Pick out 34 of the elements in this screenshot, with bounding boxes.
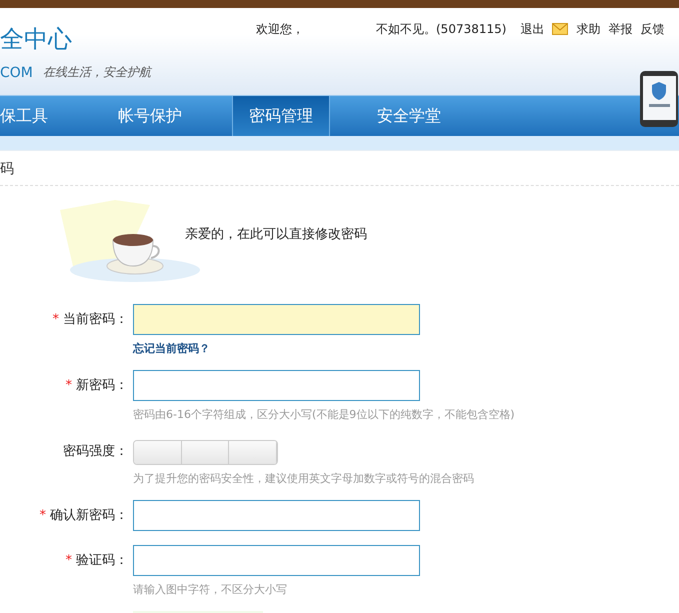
password-field[interactable] <box>133 500 420 531</box>
breadcrumb: 码 <box>0 151 679 186</box>
field-label: 验证码： <box>76 553 128 568</box>
required-mark: * <box>66 378 72 393</box>
phone-drawing <box>639 70 679 128</box>
forgot-password-link[interactable]: 忘记当前密码？ <box>133 341 210 356</box>
logo-domain: COM <box>0 64 33 80</box>
welcome-text: 欢迎您， <box>256 20 304 38</box>
required-mark: * <box>40 508 46 523</box>
hint-text: 为了提升您的密码安全性，建议使用英文字母加数字或符号的混合密码 <box>133 471 474 486</box>
nav-tab[interactable]: 帐号保护 <box>118 96 182 136</box>
header-link[interactable]: 求助 <box>576 20 600 38</box>
nav-tab[interactable]: 保工具 <box>0 96 48 136</box>
hint-text: 请输入图中字符，不区分大小写 <box>133 582 287 597</box>
field-label: 密码强度： <box>63 444 128 459</box>
hint-text: 密码由6-16个字符组成，区分大小写(不能是9位以下的纯数字，不能包含空格) <box>133 407 515 422</box>
required-mark: * <box>52 312 59 327</box>
intro-text: 亲爱的，在此可以直接修改密码 <box>185 226 367 243</box>
header-link[interactable]: 反馈 <box>640 20 664 38</box>
user-name: 不如不见。(50738115) <box>376 20 506 38</box>
password-field[interactable] <box>133 545 420 576</box>
nav-tab[interactable]: 安全学堂 <box>377 96 441 136</box>
header-link[interactable]: 退出 <box>520 20 544 38</box>
header-link[interactable]: 举报 <box>608 20 632 38</box>
logo-title: 全中心 <box>0 24 72 54</box>
field-label: 确认新密码： <box>50 508 128 523</box>
field-label: 新密码： <box>76 378 128 393</box>
slogan: 在线生活，安全护航 <box>42 64 151 81</box>
field-label: 当前密码： <box>63 312 128 327</box>
password-field[interactable] <box>133 370 420 401</box>
nav-tab[interactable]: 密码管理 <box>232 96 330 136</box>
password-field[interactable] <box>133 304 420 335</box>
mail-icon[interactable] <box>552 23 568 35</box>
required-mark: * <box>66 553 72 568</box>
